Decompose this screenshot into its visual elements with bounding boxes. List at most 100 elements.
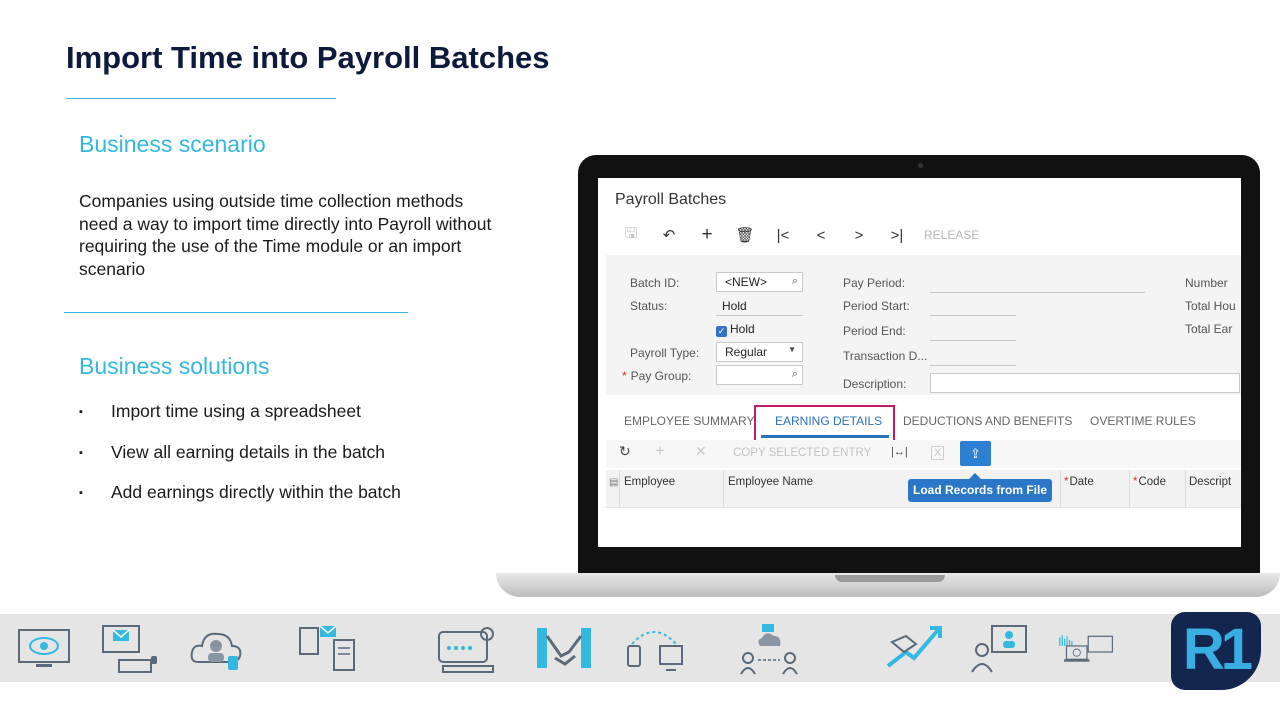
- column-employee-name[interactable]: Employee Name: [728, 476, 813, 488]
- growth-handshake-icon: [886, 626, 942, 668]
- column-description[interactable]: Descript: [1189, 476, 1231, 488]
- period-start-label: Period Start:: [843, 299, 910, 313]
- status-value: Hold: [722, 299, 747, 313]
- load-records-tooltip: Load Records from File: [908, 479, 1053, 502]
- total-earnings-label: Total Ear: [1185, 322, 1233, 336]
- batch-id-field[interactable]: <NEW> ⌕: [716, 272, 803, 292]
- batch-form: Batch ID: <NEW> ⌕ Status: Hold ✓ Hold Pay…: [606, 255, 1241, 395]
- period-end-field[interactable]: [930, 340, 1016, 341]
- description-field[interactable]: [930, 373, 1240, 393]
- list-item: ▪ View all earning details in the batch: [79, 442, 401, 483]
- handshake-icon: [537, 628, 591, 668]
- add-row-icon[interactable]: +: [655, 441, 665, 461]
- tab-highlight-box: [754, 405, 895, 443]
- undo-icon[interactable]: ↶: [650, 226, 688, 244]
- refresh-icon[interactable]: ↻: [619, 443, 631, 460]
- column-code[interactable]: *Code: [1133, 476, 1166, 488]
- title-divider: [66, 98, 336, 99]
- batch-id-value: <NEW>: [725, 275, 768, 289]
- column-separator: [1060, 470, 1061, 508]
- bullet-text: Add earnings directly within the batch: [111, 482, 401, 502]
- column-separator: [1185, 470, 1186, 508]
- period-end-label: Period End:: [843, 324, 906, 338]
- required-mark: *: [622, 369, 627, 383]
- previous-record-icon[interactable]: <: [802, 227, 840, 244]
- search-icon[interactable]: ⌕: [792, 275, 798, 288]
- monitor-eye-icon: [18, 629, 70, 667]
- computer-mail-icon: [102, 625, 157, 673]
- pay-group-field[interactable]: ⌕: [716, 365, 803, 385]
- last-record-icon[interactable]: >|: [878, 227, 916, 244]
- tab-deductions-and-benefits[interactable]: DEDUCTIONS AND BENEFITS: [903, 414, 1072, 428]
- list-item: ▪ Import time using a spreadsheet: [79, 401, 401, 442]
- logo-text: R1: [1182, 617, 1253, 682]
- device-network-icon: [627, 631, 683, 671]
- column-code-label: Code: [1138, 476, 1166, 488]
- payroll-type-select[interactable]: Regular ▼: [716, 342, 803, 362]
- required-mark: *: [1133, 476, 1138, 488]
- transaction-date-label: Transaction D...: [843, 349, 928, 363]
- pay-group-label: * Pay Group:: [622, 369, 691, 383]
- transaction-date-field[interactable]: [930, 365, 1016, 366]
- camera-icon: [918, 163, 923, 168]
- bullet-icon: ▪: [79, 487, 83, 499]
- hold-checkbox[interactable]: ✓ Hold: [716, 322, 755, 337]
- solutions-heading: Business solutions: [79, 353, 270, 379]
- checkbox-checked-icon[interactable]: ✓: [716, 326, 727, 337]
- status-label: Status:: [630, 299, 668, 313]
- batch-id-label: Batch ID:: [630, 276, 680, 290]
- number-label: Number: [1185, 276, 1228, 290]
- upload-icon[interactable]: ⇪: [960, 441, 991, 466]
- column-separator: [723, 470, 724, 508]
- required-mark: *: [1064, 476, 1069, 488]
- r1-logo: R1: [1171, 612, 1261, 690]
- next-record-icon[interactable]: >: [840, 227, 878, 244]
- export-excel-icon[interactable]: X: [931, 446, 945, 460]
- column-employee[interactable]: Employee: [624, 476, 675, 488]
- video-conference-icon: [971, 625, 1027, 673]
- screen-title: Payroll Batches: [615, 191, 727, 208]
- search-icon[interactable]: ⌕: [792, 368, 798, 381]
- fit-columns-icon[interactable]: |↔|: [891, 446, 908, 458]
- tab-overtime-rules[interactable]: OVERTIME RULES: [1090, 414, 1196, 428]
- period-start-field[interactable]: [930, 315, 1016, 316]
- scenario-text: Companies using outside time collection …: [79, 191, 492, 279]
- laptop-notch: [835, 575, 945, 582]
- copy-selected-entry-button[interactable]: COPY SELECTED ENTRY: [733, 447, 871, 459]
- analytics-laptop-icon: [1059, 635, 1113, 662]
- payroll-type-value: Regular: [725, 345, 768, 359]
- column-date-label: Date: [1069, 476, 1094, 488]
- solutions-list: ▪ Import time using a spreadsheet ▪ View a…: [79, 401, 401, 523]
- main-toolbar: 🖫 ↶ + 🗑 |< < > >| RELEASE: [612, 223, 980, 248]
- bullet-text: View all earning details in the batch: [111, 441, 386, 462]
- total-hours-label: Total Hou: [1185, 299, 1236, 313]
- slide-title: Import Time into Payroll Batches: [66, 40, 550, 75]
- release-button[interactable]: RELEASE: [924, 228, 979, 242]
- save-icon[interactable]: 🖫: [612, 223, 650, 248]
- pay-group-label-text: Pay Group:: [630, 369, 692, 383]
- pay-period-field[interactable]: [930, 292, 1145, 293]
- row-selector-icon[interactable]: ▤: [609, 477, 618, 488]
- column-separator: [619, 470, 620, 508]
- hold-checkbox-label: Hold: [730, 322, 755, 336]
- scenario-heading: Business scenario: [79, 131, 266, 157]
- first-record-icon[interactable]: |<: [764, 227, 802, 244]
- payroll-type-label: Payroll Type:: [630, 346, 700, 360]
- support-agent-icon: [438, 627, 494, 673]
- chevron-down-icon[interactable]: ▼: [788, 345, 796, 354]
- bullet-text: Import time using a spreadsheet: [111, 401, 361, 421]
- column-separator: [1129, 470, 1130, 508]
- pay-period-label: Pay Period:: [843, 276, 906, 290]
- status-underline: [716, 315, 803, 316]
- delete-icon[interactable]: 🗑: [726, 226, 764, 244]
- bullet-icon: ▪: [79, 406, 83, 418]
- app-screen: Payroll Batches 🖫 ↶ + 🗑 |< < > >| RELEAS…: [598, 178, 1241, 547]
- section-divider: [64, 312, 408, 313]
- cloud-collaboration-icon: [740, 624, 798, 675]
- column-date[interactable]: *Date: [1064, 476, 1094, 488]
- description-label: Description:: [843, 377, 907, 391]
- list-item: ▪ Add earnings directly within the batch: [79, 482, 401, 523]
- add-icon[interactable]: +: [688, 224, 726, 246]
- delete-row-icon[interactable]: ✕: [695, 443, 707, 460]
- tab-employee-summary[interactable]: EMPLOYEE SUMMARY: [624, 414, 754, 428]
